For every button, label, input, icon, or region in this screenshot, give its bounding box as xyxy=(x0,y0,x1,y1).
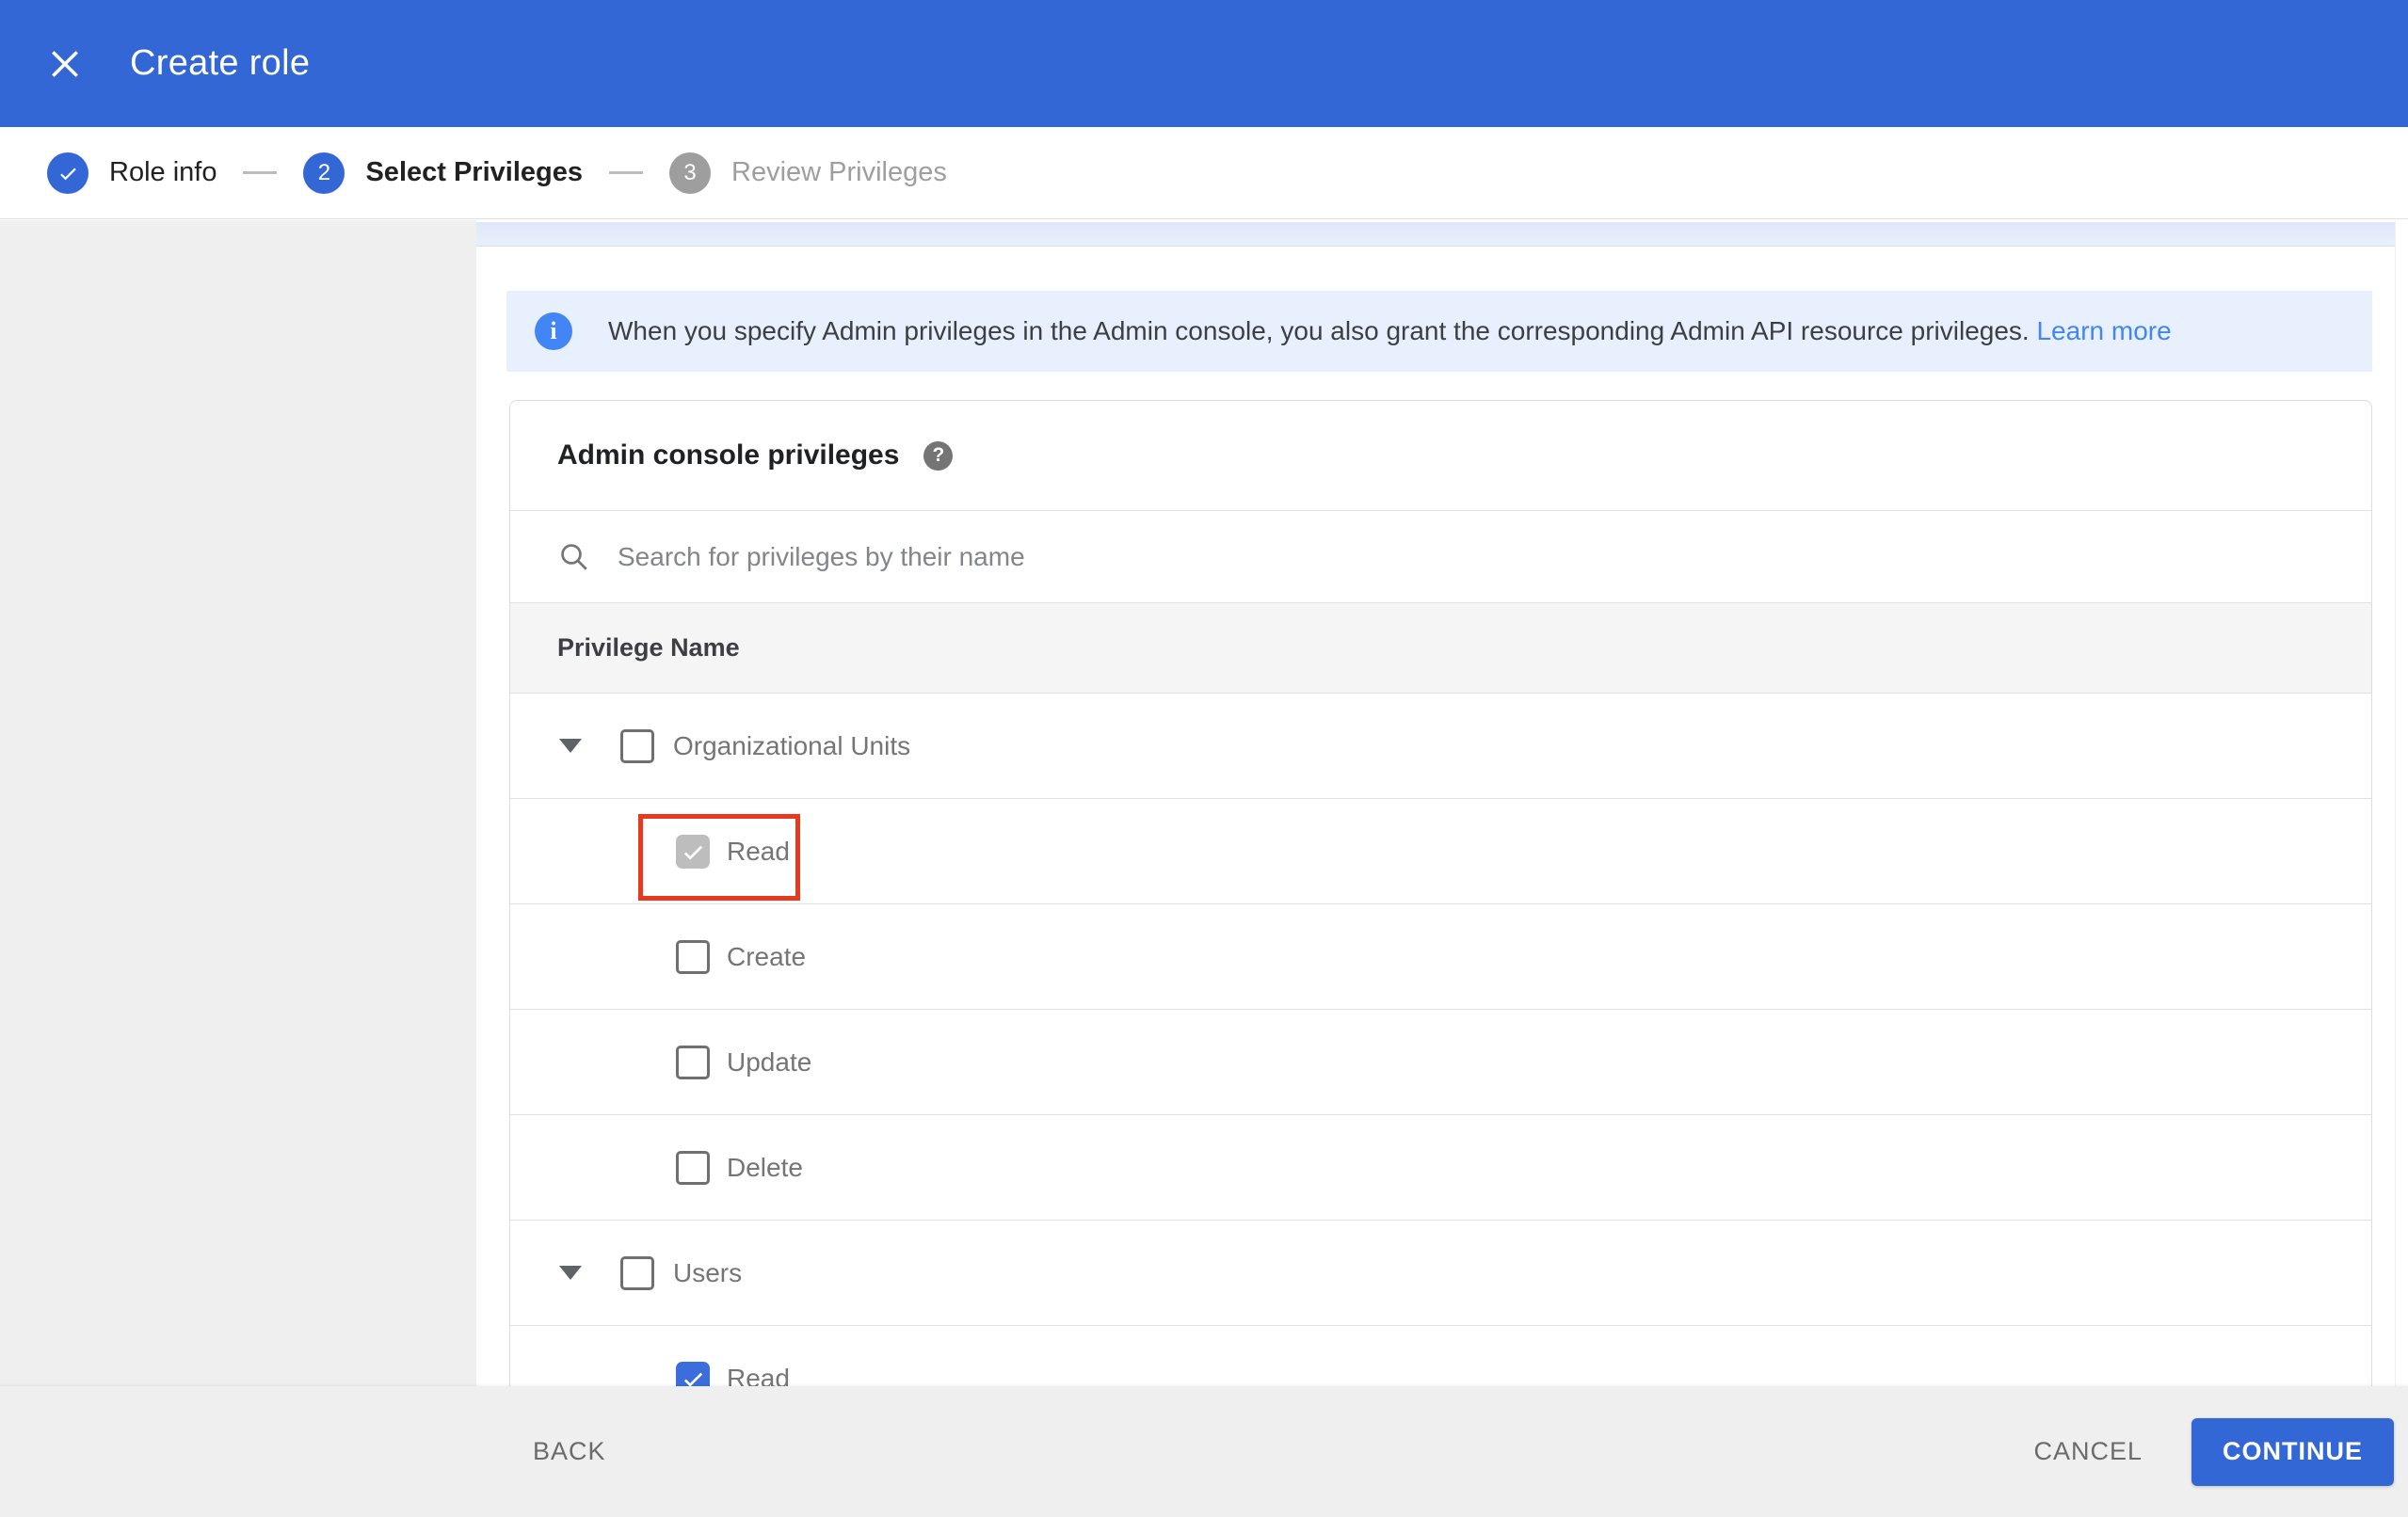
checkbox-create[interactable] xyxy=(676,939,710,974)
privilege-row-read-ou: Read xyxy=(510,798,2371,903)
back-button[interactable]: BACK xyxy=(533,1437,606,1466)
info-icon: i xyxy=(535,312,572,350)
close-button[interactable] xyxy=(43,42,87,86)
content-area: i When you specify Admin privileges in t… xyxy=(476,220,2408,1386)
collapse-arrow-icon[interactable] xyxy=(559,739,582,753)
privilege-label[interactable]: Read xyxy=(727,837,790,867)
privilege-row-delete: Delete xyxy=(510,1114,2371,1220)
step-label: Role info xyxy=(109,157,217,187)
check-icon xyxy=(683,845,703,860)
footer-action-bar: BACK CANCEL CONTINUE xyxy=(0,1386,2408,1517)
privilege-label[interactable]: Users xyxy=(673,1258,742,1288)
table-header: Privilege Name xyxy=(510,602,2371,693)
checkbox-delete[interactable] xyxy=(676,1150,710,1185)
close-icon xyxy=(52,50,78,77)
step-complete-icon xyxy=(47,152,88,194)
continue-button[interactable]: CONTINUE xyxy=(2191,1417,2394,1486)
card-title: Admin console privileges xyxy=(557,439,900,471)
help-icon[interactable]: ? xyxy=(923,440,954,471)
checkbox-users[interactable] xyxy=(620,1255,654,1290)
step-role-info[interactable]: Role info xyxy=(47,152,217,194)
checkbox-organizational-units[interactable] xyxy=(620,728,654,763)
privilege-row-organizational-units: Organizational Units xyxy=(510,693,2371,798)
step-divider xyxy=(243,171,278,174)
check-icon xyxy=(60,168,76,180)
learn-more-link[interactable]: Learn more xyxy=(2036,316,2171,345)
privilege-label[interactable]: Update xyxy=(727,1047,811,1078)
left-gutter-panel xyxy=(0,220,476,1517)
banner-message: When you specify Admin privileges in the… xyxy=(608,316,2030,345)
wizard-stepper: Role info 2 Select Privileges 3 Review P… xyxy=(0,127,2408,219)
privilege-search-row xyxy=(510,510,2371,602)
collapse-arrow-icon[interactable] xyxy=(559,1266,582,1280)
create-role-dialog: Create role Role info 2 Select Privilege… xyxy=(0,0,2408,1517)
footer-right-actions: CANCEL CONTINUE xyxy=(2033,1417,2394,1486)
privilege-row-update: Update xyxy=(510,1009,2371,1114)
step-number: 2 xyxy=(303,152,345,194)
dialog-title: Create role xyxy=(130,43,311,83)
step-label: Select Privileges xyxy=(365,157,583,187)
privileges-card: Admin console privileges ? Privilege Nam… xyxy=(509,400,2372,1386)
step-review-privileges[interactable]: 3 Review Privileges xyxy=(669,152,947,194)
privilege-label[interactable]: Organizational Units xyxy=(673,731,910,761)
privilege-label[interactable]: Create xyxy=(727,942,806,972)
search-icon xyxy=(561,543,587,570)
scrollbar-gutter[interactable] xyxy=(2395,220,2408,1386)
checkbox-update[interactable] xyxy=(676,1045,710,1079)
step-number: 3 xyxy=(669,152,711,194)
privilege-row-users: Users xyxy=(510,1220,2371,1325)
dialog-header: Create role xyxy=(0,0,2408,127)
privilege-row-create: Create xyxy=(510,903,2371,1009)
privilege-label[interactable]: Delete xyxy=(727,1153,803,1183)
checkbox-read-checked-disabled[interactable] xyxy=(676,834,710,869)
privilege-row-read-users: Read xyxy=(510,1325,2371,1386)
column-header: Privilege Name xyxy=(557,633,740,662)
check-icon xyxy=(683,1372,703,1386)
cancel-button[interactable]: CANCEL xyxy=(2033,1437,2143,1466)
privilege-label[interactable]: Read xyxy=(727,1364,790,1387)
banner-text: When you specify Admin privileges in the… xyxy=(608,316,2172,346)
checkbox-read-users-checked[interactable] xyxy=(676,1361,710,1386)
info-banner: i When you specify Admin privileges in t… xyxy=(506,291,2372,372)
step-divider xyxy=(609,171,643,174)
step-label: Review Privileges xyxy=(731,157,947,187)
step-select-privileges[interactable]: 2 Select Privileges xyxy=(303,152,583,194)
scrolled-content-band xyxy=(476,222,2395,247)
card-title-row: Admin console privileges ? xyxy=(510,401,2371,510)
search-input[interactable] xyxy=(618,541,1935,572)
